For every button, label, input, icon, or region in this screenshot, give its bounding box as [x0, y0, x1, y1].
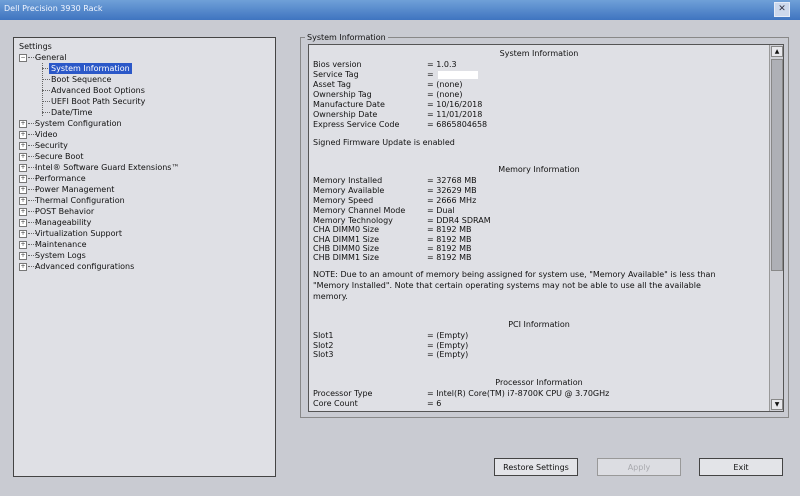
scroll-down-icon[interactable]: ▼ [771, 399, 783, 410]
close-icon[interactable]: ✕ [774, 2, 790, 17]
expand-icon[interactable]: + [19, 120, 27, 128]
expand-icon[interactable]: + [19, 142, 27, 150]
firmware-note: Signed Firmware Update is enabled [313, 138, 455, 147]
settings-tree-panel: Settings − General System Information Bo… [13, 37, 276, 477]
restore-settings-button[interactable]: Restore Settings [494, 458, 578, 476]
memory-note: NOTE: Due to an amount of memory being a… [313, 270, 716, 301]
group-title: System Information [305, 33, 388, 42]
title-bar: Dell Precision 3930 Rack ✕ [0, 0, 800, 20]
scroll-thumb[interactable] [771, 59, 783, 271]
expand-icon[interactable]: + [19, 263, 27, 271]
expand-icon[interactable]: + [19, 131, 27, 139]
system-information-panel: System Information Bios version = 1.0.3 S… [308, 44, 784, 412]
section-heading-memory: Memory Information [498, 165, 580, 174]
expand-icon[interactable]: + [19, 186, 27, 194]
expand-icon[interactable]: + [19, 164, 27, 172]
section-heading-processor: Processor Information [495, 378, 583, 387]
section-heading-pci: PCI Information [508, 320, 570, 329]
redacted-service-tag [437, 70, 478, 79]
info-scrollbar[interactable]: ▲ ▼ [769, 45, 783, 411]
section-heading-system: System Information [499, 49, 579, 58]
collapse-icon[interactable]: − [19, 54, 27, 62]
scroll-up-icon[interactable]: ▲ [771, 46, 783, 57]
expand-icon[interactable]: + [19, 175, 27, 183]
expand-icon[interactable]: + [19, 208, 27, 216]
expand-icon[interactable]: + [19, 197, 27, 205]
window-title: Dell Precision 3930 Rack [4, 4, 103, 13]
exit-button[interactable]: Exit [699, 458, 783, 476]
expand-icon[interactable]: + [19, 241, 27, 249]
expand-icon[interactable]: + [19, 230, 27, 238]
apply-button[interactable]: Apply [597, 458, 681, 476]
expand-icon[interactable]: + [19, 252, 27, 260]
expand-icon[interactable]: + [19, 153, 27, 161]
expand-icon[interactable]: + [19, 219, 27, 227]
